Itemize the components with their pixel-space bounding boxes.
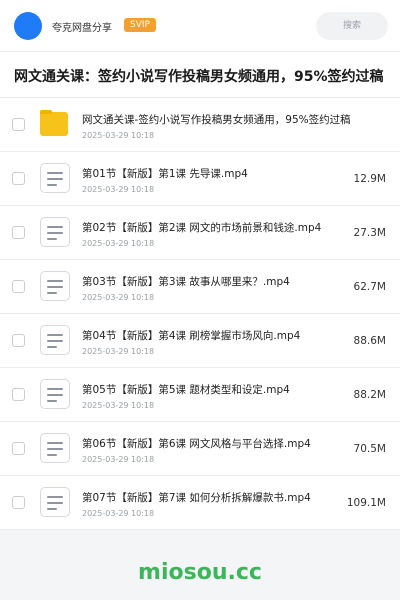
avatar[interactable] (14, 12, 42, 40)
file-row[interactable]: 第04节【新版】第4课 刷榜掌握市场风向.mp4 2025-03-29 10:18… (0, 314, 400, 368)
title-bar: 网文通关课：签约小说写作投稿男女频通用，95%签约过稿 (0, 52, 400, 98)
file-date: 2025-03-29 10:18 (82, 185, 155, 194)
video-file-icon (40, 325, 70, 355)
select-checkbox[interactable] (12, 118, 25, 131)
file-size: 88.6M (353, 335, 386, 347)
share-username: 夸克网盘分享 (52, 23, 112, 34)
file-row[interactable]: 第03节【新版】第3课 故事从哪里来？.mp4 2025-03-29 10:18 6… (0, 260, 400, 314)
file-row[interactable]: 第02节【新版】第2课 网文的市场前景和钱途.mp4 2025-03-29 10:… (0, 206, 400, 260)
file-name: 第03节【新版】第3课 故事从哪里来？.mp4 (82, 276, 290, 288)
select-checkbox[interactable] (12, 388, 25, 401)
video-file-icon (40, 433, 70, 463)
watermark: miosou.cc (138, 560, 262, 585)
file-date: 2025-03-29 10:18 (82, 455, 155, 464)
file-size: 62.7M (353, 281, 386, 293)
select-checkbox[interactable] (12, 442, 25, 455)
file-name: 第02节【新版】第2课 网文的市场前景和钱途.mp4 (82, 222, 322, 234)
video-file-icon (40, 271, 70, 301)
select-checkbox[interactable] (12, 172, 25, 185)
select-checkbox[interactable] (12, 496, 25, 509)
video-file-icon (40, 379, 70, 409)
file-date: 2025-03-29 10:18 (82, 347, 155, 356)
select-checkbox[interactable] (12, 334, 25, 347)
file-name: 第01节【新版】第1课 先导课.mp4 (82, 168, 248, 180)
file-size: 12.9M (353, 173, 386, 185)
select-checkbox[interactable] (12, 226, 25, 239)
video-file-icon (40, 217, 70, 247)
search-input[interactable]: 搜索 (316, 12, 388, 40)
file-row[interactable]: 第01节【新版】第1课 先导课.mp4 2025-03-29 10:18 12.9M (0, 152, 400, 206)
file-date: 2025-03-29 10:18 (82, 401, 155, 410)
svip-badge: SVIP (124, 18, 156, 32)
file-name: 网文通关课-签约小说写作投稿男女频通用，95%签约过稿 (82, 114, 351, 126)
file-name: 第06节【新版】第6课 网文风格与平台选择.mp4 (82, 438, 311, 450)
select-checkbox[interactable] (12, 280, 25, 293)
file-list: 网文通关课-签约小说写作投稿男女频通用，95%签约过稿 2025-03-29 10… (0, 98, 400, 530)
file-name: 第07节【新版】第7课 如何分析拆解爆款书.mp4 (82, 492, 311, 504)
file-row[interactable]: 第07节【新版】第7课 如何分析拆解爆款书.mp4 2025-03-29 10:1… (0, 476, 400, 530)
file-date: 2025-03-29 10:18 (82, 293, 155, 302)
folder-icon (40, 109, 70, 139)
file-date: 2025-03-29 10:18 (82, 239, 155, 248)
page-title: 网文通关课：签约小说写作投稿男女频通用，95%签约过稿 (14, 69, 384, 85)
file-name: 第05节【新版】第5课 题材类型和设定.mp4 (82, 384, 290, 396)
file-size: 27.3M (353, 227, 386, 239)
video-file-icon (40, 163, 70, 193)
file-size: 88.2M (353, 389, 386, 401)
file-row[interactable]: 网文通关课-签约小说写作投稿男女频通用，95%签约过稿 2025-03-29 10… (0, 98, 400, 152)
file-size: 70.5M (353, 443, 386, 455)
file-date: 2025-03-29 10:18 (82, 131, 155, 140)
file-size: 109.1M (346, 497, 386, 509)
video-file-icon (40, 487, 70, 517)
file-row[interactable]: 第06节【新版】第6课 网文风格与平台选择.mp4 2025-03-29 10:1… (0, 422, 400, 476)
file-name: 第04节【新版】第4课 刷榜掌握市场风向.mp4 (82, 330, 301, 342)
file-row[interactable]: 第05节【新版】第5课 题材类型和设定.mp4 2025-03-29 10:18 8… (0, 368, 400, 422)
file-date: 2025-03-29 10:18 (82, 509, 155, 518)
app-header: 夸克网盘分享 SVIP 搜索 (0, 0, 400, 52)
